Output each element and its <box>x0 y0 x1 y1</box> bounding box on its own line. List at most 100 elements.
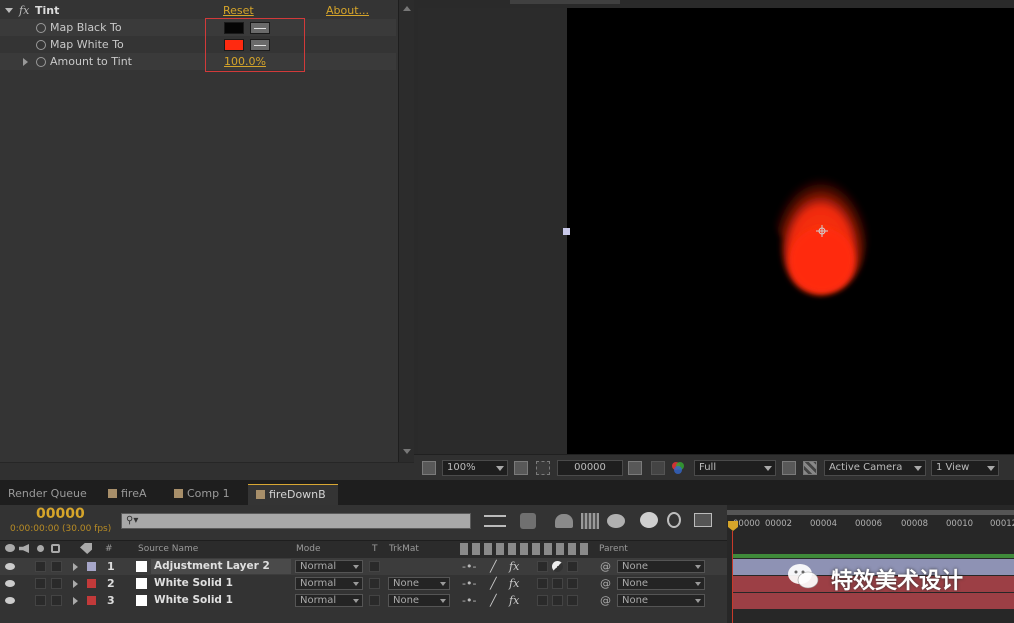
about-link[interactable]: About... <box>326 2 369 19</box>
parent-dropdown[interactable]: None <box>617 594 705 607</box>
label-color[interactable] <box>87 596 96 605</box>
expand-triangle-icon[interactable] <box>73 597 78 605</box>
3d-layer-checkbox[interactable] <box>567 578 578 589</box>
tab-fireDownB[interactable]: fireDownB × <box>248 484 338 521</box>
fx-switch-icon[interactable]: fx <box>509 558 519 575</box>
draft-3d-icon[interactable] <box>520 513 536 529</box>
motion-blur-icon[interactable] <box>607 514 625 528</box>
preserve-transparency-checkbox[interactable] <box>369 578 380 589</box>
parent-dropdown[interactable]: None <box>617 560 705 573</box>
quality-slash-icon[interactable]: ╱ <box>490 592 497 609</box>
frame-blending-icon[interactable] <box>581 513 599 529</box>
layer-row-1[interactable]: 1 Adjustment Layer 2 Normal -•- ╱ fx @ N… <box>0 558 727 575</box>
resolution-dropdown[interactable]: Full <box>694 460 776 476</box>
expand-triangle-icon[interactable] <box>23 58 28 66</box>
layer-name[interactable]: White Solid 1 <box>151 593 291 608</box>
effect-panel-scrollbar[interactable] <box>398 0 414 462</box>
timecode-field[interactable]: 00000 <box>557 460 623 476</box>
eye-icon[interactable] <box>5 544 15 552</box>
solo-checkbox[interactable] <box>35 561 46 572</box>
camera-snapshot-icon[interactable] <box>628 461 642 475</box>
motion-blur-checkbox[interactable] <box>537 578 548 589</box>
camera-dropdown[interactable]: Active Camera <box>824 460 926 476</box>
expand-triangle-icon[interactable] <box>73 563 78 571</box>
auto-keyframe-icon[interactable] <box>667 512 681 528</box>
mode-dropdown[interactable]: Normal <box>295 577 363 590</box>
shy-switch-icon[interactable]: -•- <box>462 592 476 609</box>
switches-icons[interactable] <box>460 543 590 555</box>
fx-switch-icon[interactable]: fx <box>509 592 519 609</box>
3d-layer-checkbox[interactable] <box>567 595 578 606</box>
lock-checkbox[interactable] <box>51 595 62 606</box>
solo-icon[interactable] <box>37 545 44 552</box>
mask-toggle-icon[interactable] <box>536 461 550 475</box>
effect-header-row[interactable]: fx Tint Reset About... <box>0 2 396 19</box>
tab-comp-1[interactable]: Comp 1 <box>166 484 246 505</box>
graph-editor-icon[interactable] <box>694 513 712 527</box>
shy-layers-icon[interactable] <box>555 514 573 528</box>
layer-bar-3[interactable] <box>733 593 1014 609</box>
stopwatch-icon[interactable] <box>36 57 46 67</box>
lock-checkbox[interactable] <box>51 578 62 589</box>
pickwhip-icon[interactable]: @ <box>600 575 611 592</box>
layer-name[interactable]: White Solid 1 <box>151 576 291 591</box>
transparency-grid-icon[interactable] <box>803 461 817 475</box>
solo-checkbox[interactable] <box>35 595 46 606</box>
layer-name[interactable]: Adjustment Layer 2 <box>151 559 291 574</box>
pickwhip-icon[interactable]: @ <box>600 558 611 575</box>
motion-blur-checkbox[interactable] <box>537 561 548 572</box>
layer-search-input[interactable]: ⚲▾ <box>121 513 471 529</box>
collapse-triangle-icon[interactable] <box>5 8 13 13</box>
tab-render-queue[interactable]: Render Queue <box>0 484 98 505</box>
show-snapshot-icon[interactable] <box>651 461 665 475</box>
mode-dropdown[interactable]: Normal <box>295 594 363 607</box>
shy-switch-icon[interactable]: -•- <box>462 558 476 575</box>
layer-handle[interactable] <box>563 228 570 235</box>
stopwatch-icon[interactable] <box>36 40 46 50</box>
3d-layer-checkbox[interactable] <box>567 561 578 572</box>
zoom-dropdown[interactable]: 100% <box>442 460 508 476</box>
solo-checkbox[interactable] <box>35 578 46 589</box>
mode-dropdown[interactable]: Normal <box>295 560 363 573</box>
expand-triangle-icon[interactable] <box>73 580 78 588</box>
scroll-down-icon[interactable] <box>403 449 411 454</box>
lock-icon[interactable] <box>51 544 60 553</box>
reset-link[interactable]: Reset <box>223 2 254 19</box>
parent-dropdown[interactable]: None <box>617 577 705 590</box>
composition-canvas[interactable] <box>567 8 1014 454</box>
fx-switch-icon[interactable]: fx <box>509 575 519 592</box>
trkmat-dropdown[interactable]: None <box>388 594 450 607</box>
comp-mini-flowchart-icon[interactable] <box>484 515 506 527</box>
work-area-bar[interactable] <box>727 510 1014 515</box>
views-dropdown[interactable]: 1 View <box>931 460 999 476</box>
tab-fireA[interactable]: fireA <box>100 484 164 505</box>
channels-icon[interactable] <box>671 461 685 475</box>
brainstorm-icon[interactable] <box>640 512 658 528</box>
eye-icon[interactable] <box>5 563 15 570</box>
region-of-interest-icon[interactable] <box>782 461 796 475</box>
stopwatch-icon[interactable] <box>36 23 46 33</box>
layer-row-2[interactable]: 2 White Solid 1 Normal None -•- ╱ fx @ N… <box>0 575 727 592</box>
preserve-transparency-checkbox[interactable] <box>369 595 380 606</box>
quality-slash-icon[interactable]: ╱ <box>490 558 497 575</box>
snapshot-region-icon[interactable] <box>422 461 436 475</box>
safe-margins-icon[interactable] <box>514 461 528 475</box>
lock-checkbox[interactable] <box>51 561 62 572</box>
quality-slash-icon[interactable]: ╱ <box>490 575 497 592</box>
eye-icon[interactable] <box>5 580 15 587</box>
header-source-name[interactable]: Source Name <box>138 541 198 558</box>
preserve-transparency-checkbox[interactable] <box>369 561 380 572</box>
scroll-up-icon[interactable] <box>403 6 411 11</box>
adjustment-checkbox[interactable] <box>552 595 563 606</box>
shy-switch-icon[interactable]: -•- <box>462 575 476 592</box>
label-color[interactable] <box>87 579 96 588</box>
pickwhip-icon[interactable]: @ <box>600 592 611 609</box>
layer-row-3[interactable]: 3 White Solid 1 Normal None -•- ╱ fx @ N… <box>0 592 727 609</box>
adjustment-checkbox[interactable] <box>552 578 563 589</box>
trkmat-dropdown[interactable]: None <box>388 577 450 590</box>
label-color[interactable] <box>87 562 96 571</box>
current-time[interactable]: 00000 <box>36 506 85 522</box>
eye-icon[interactable] <box>5 597 15 604</box>
motion-blur-checkbox[interactable] <box>537 595 548 606</box>
adjustment-layer-icon[interactable] <box>552 561 563 572</box>
